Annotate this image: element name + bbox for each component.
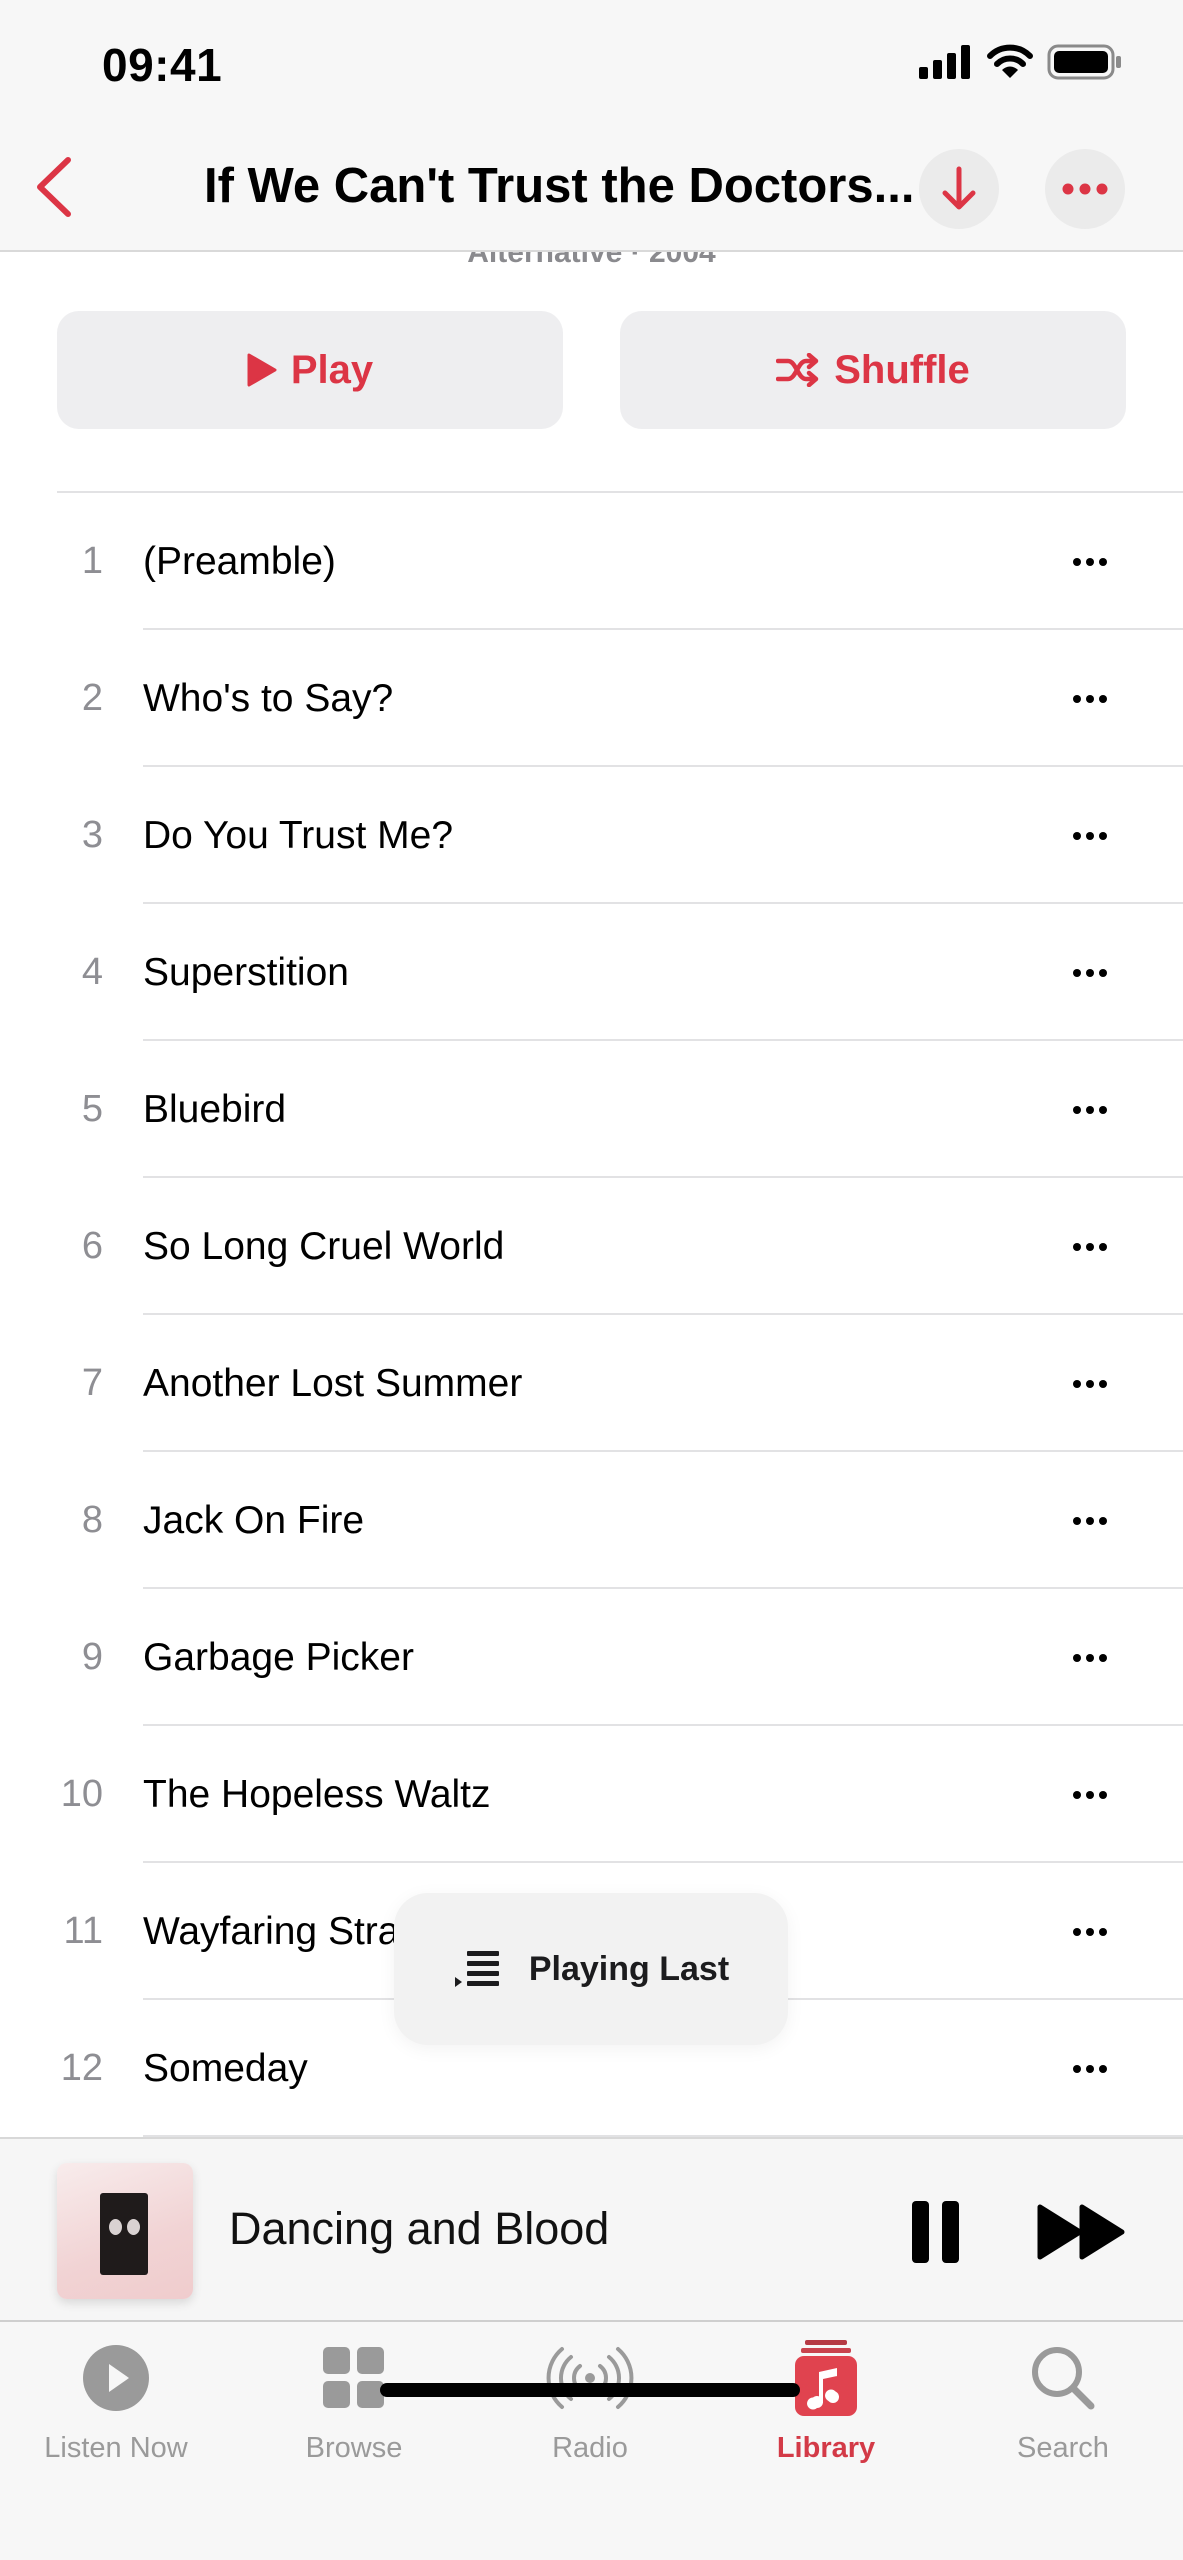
track-more-button[interactable] xyxy=(1060,1775,1120,1815)
cellular-signal-icon xyxy=(919,45,970,79)
track-more-button[interactable] xyxy=(1060,1364,1120,1404)
track-title: So Long Cruel World xyxy=(143,1224,505,1268)
track-title: Wayfaring Stra xyxy=(143,1909,400,1953)
track-row[interactable]: 1 (Preamble) xyxy=(0,493,1183,630)
home-indicator[interactable] xyxy=(380,2383,800,2397)
track-row[interactable]: 6 So Long Cruel World xyxy=(0,1178,1183,1315)
track-title: The Hopeless Waltz xyxy=(143,1772,491,1816)
music-library-icon xyxy=(795,2340,857,2416)
radio-broadcast-icon xyxy=(546,2347,634,2409)
grid-icon xyxy=(323,2347,384,2408)
magnifier-icon xyxy=(1032,2347,1095,2410)
track-number: 6 xyxy=(81,1225,103,1267)
track-number: 7 xyxy=(81,1362,103,1404)
tab-browse[interactable]: Browse xyxy=(254,2338,454,2478)
tab-label: Browse xyxy=(305,2432,403,2464)
track-number: 11 xyxy=(63,1910,103,1952)
track-row[interactable]: 5 Bluebird xyxy=(0,1041,1183,1178)
track-more-button[interactable] xyxy=(1060,1090,1120,1130)
track-number: 1 xyxy=(81,540,103,582)
track-row[interactable]: 8 Jack On Fire xyxy=(0,1452,1183,1589)
pause-icon xyxy=(912,2201,959,2263)
mini-player[interactable]: Dancing and Blood xyxy=(0,2137,1183,2322)
arrow-down-icon xyxy=(942,166,976,210)
more-options-button[interactable] xyxy=(1045,149,1125,229)
tab-label: Listen Now xyxy=(44,2432,188,2464)
now-playing-artwork[interactable] xyxy=(57,2163,193,2299)
playing-last-toast: Playing Last xyxy=(394,1893,788,2045)
track-more-button[interactable] xyxy=(1060,679,1120,719)
track-title: (Preamble) xyxy=(143,539,336,583)
track-row[interactable]: 9 Garbage Picker xyxy=(0,1589,1183,1726)
status-icons xyxy=(919,44,1123,80)
track-number: 9 xyxy=(81,1636,103,1678)
track-title: Another Lost Summer xyxy=(143,1361,523,1405)
track-number: 10 xyxy=(60,1773,103,1815)
download-button[interactable] xyxy=(919,149,999,229)
play-circle-icon xyxy=(83,2345,149,2411)
track-number: 5 xyxy=(81,1088,103,1130)
shuffle-icon xyxy=(776,353,819,387)
track-more-button[interactable] xyxy=(1060,2049,1120,2089)
tab-label: Radio xyxy=(552,2432,628,2464)
tab-search[interactable]: Search xyxy=(963,2338,1163,2478)
shuffle-button-label: Shuffle xyxy=(834,347,970,392)
pause-button[interactable] xyxy=(906,2199,966,2265)
track-row[interactable]: 4 Superstition xyxy=(0,904,1183,1041)
tab-library[interactable]: Library xyxy=(726,2338,926,2478)
ellipsis-icon xyxy=(1062,183,1108,195)
track-more-button[interactable] xyxy=(1060,1227,1120,1267)
play-button[interactable]: Play xyxy=(57,311,563,429)
track-row[interactable]: 10 The Hopeless Waltz xyxy=(0,1726,1183,1863)
tab-label: Library xyxy=(776,2432,876,2464)
track-row[interactable]: 2 Who's to Say? xyxy=(0,630,1183,767)
track-title: Jack On Fire xyxy=(143,1498,365,1542)
track-row[interactable]: 7 Another Lost Summer xyxy=(0,1315,1183,1452)
tab-radio[interactable]: Radio xyxy=(490,2338,690,2478)
track-number: 2 xyxy=(81,677,103,719)
track-row[interactable]: 3 Do You Trust Me? xyxy=(0,767,1183,904)
battery-icon xyxy=(1047,44,1121,80)
track-list: 1 (Preamble) 2 Who's to Say? 3 Do You Tr… xyxy=(0,493,1183,2137)
track-title: Who's to Say? xyxy=(143,676,394,720)
track-number: 12 xyxy=(60,2047,103,2089)
track-more-button[interactable] xyxy=(1060,953,1120,993)
play-last-queue-icon xyxy=(454,1951,499,1987)
play-icon xyxy=(247,353,277,387)
track-more-button[interactable] xyxy=(1060,542,1120,582)
skip-forward-button[interactable] xyxy=(1036,2203,1128,2261)
fast-forward-icon xyxy=(1037,2204,1125,2260)
track-title: Superstition xyxy=(143,950,349,994)
track-more-button[interactable] xyxy=(1060,1912,1120,1952)
chevron-left-icon xyxy=(37,157,71,217)
tab-label: Search xyxy=(1017,2432,1109,2464)
tab-listen-now[interactable]: Listen Now xyxy=(16,2338,216,2478)
now-playing-title[interactable]: Dancing and Blood xyxy=(229,2203,609,2255)
track-number: 3 xyxy=(81,814,103,856)
track-number: 8 xyxy=(81,1499,103,1541)
navigation-header: 09:41 If We Can't Trust the Doctors... xyxy=(0,0,1183,252)
track-title: Someday xyxy=(143,2046,308,2090)
track-title: Bluebird xyxy=(143,1087,287,1131)
back-button[interactable] xyxy=(30,152,80,222)
track-title: Do You Trust Me? xyxy=(143,813,454,857)
wifi-icon xyxy=(987,44,1033,78)
status-time: 09:41 xyxy=(102,39,223,91)
track-more-button[interactable] xyxy=(1060,1638,1120,1678)
album-title: If We Can't Trust the Doctors... xyxy=(204,159,915,213)
toast-label: Playing Last xyxy=(528,1949,730,1988)
play-button-label: Play xyxy=(290,347,374,392)
track-more-button[interactable] xyxy=(1060,1501,1120,1541)
track-title: Garbage Picker xyxy=(143,1635,414,1679)
track-more-button[interactable] xyxy=(1060,816,1120,856)
artwork-figure xyxy=(100,2193,148,2275)
track-number: 4 xyxy=(81,951,103,993)
tab-bar: Listen Now Browse Radio Library Search xyxy=(0,2322,1183,2560)
shuffle-button[interactable]: Shuffle xyxy=(620,311,1126,429)
